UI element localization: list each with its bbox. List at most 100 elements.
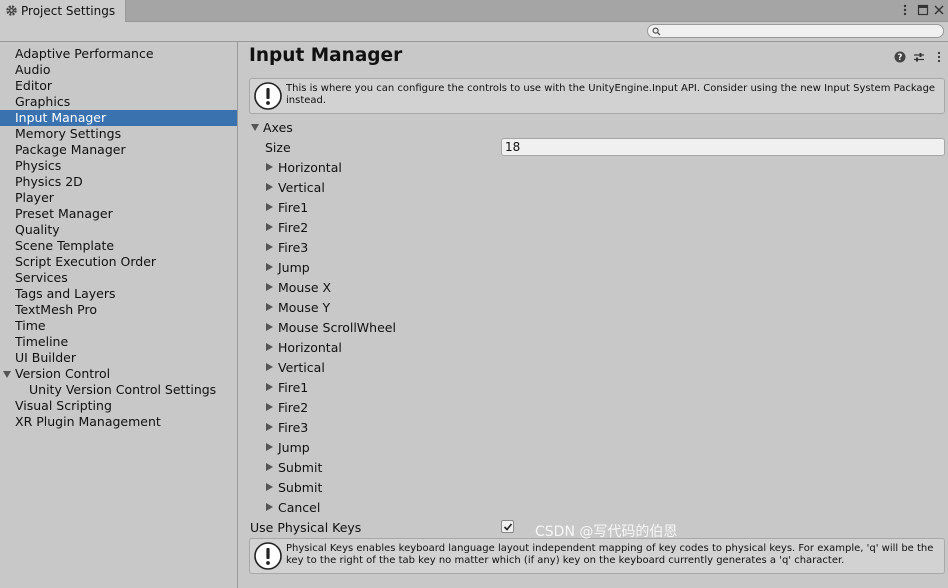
axis-foldout[interactable]: Jump [239,438,948,458]
sidebar-item[interactable]: XR Plugin Management [0,414,237,430]
axis-label: Fire3 [278,420,309,435]
axis-foldout[interactable]: Horizontal [239,158,948,178]
search-input[interactable] [662,25,937,37]
axis-label: Vertical [278,180,325,195]
collapsed-arrow-icon[interactable] [266,483,273,491]
collapsed-arrow-icon[interactable] [266,303,273,311]
svg-text:?: ? [898,53,903,63]
axis-foldout[interactable]: Fire3 [239,238,948,258]
sidebar-item[interactable]: Graphics [0,94,237,110]
sidebar-item[interactable]: Unity Version Control Settings [0,382,237,398]
axis-foldout[interactable]: Jump [239,258,948,278]
axis-foldout[interactable]: Mouse X [239,278,948,298]
collapsed-arrow-icon[interactable] [266,443,273,451]
axis-foldout[interactable]: Fire2 [239,218,948,238]
axis-label: Mouse Y [278,300,331,315]
sidebar-item[interactable]: Physics 2D [0,174,237,190]
axis-foldout[interactable]: Fire1 [239,198,948,218]
collapsed-arrow-icon[interactable] [266,203,273,211]
warning-icon [254,82,282,113]
collapsed-arrow-icon[interactable] [266,223,273,231]
axis-foldout[interactable]: Horizontal [239,338,948,358]
page-title: Input Manager [249,45,403,66]
collapsed-arrow-icon[interactable] [266,283,273,291]
sidebar-item[interactable]: Time [0,318,237,334]
sidebar-item-label: Graphics [15,94,71,109]
sidebar-item[interactable]: Tags and Layers [0,286,237,302]
collapsed-arrow-icon[interactable] [266,383,273,391]
collapsed-arrow-icon[interactable] [266,183,273,191]
collapsed-arrow-icon[interactable] [266,363,273,371]
kebab-menu-icon[interactable] [898,3,912,17]
sidebar-item[interactable]: Services [0,270,237,286]
sidebar-item[interactable]: Input Manager [0,110,237,126]
sidebar-item[interactable]: Quality [0,222,237,238]
search-icon [652,27,661,36]
maximize-icon[interactable] [916,3,930,17]
sidebar-item[interactable]: Scene Template [0,238,237,254]
axis-foldout[interactable]: Submit [239,458,948,478]
search-field[interactable] [647,24,944,38]
window-tab-bar: Project Settings [0,0,948,22]
axis-foldout[interactable]: Mouse Y [239,298,948,318]
panel-menu-icon[interactable] [933,51,945,63]
collapsed-arrow-icon[interactable] [266,323,273,331]
sidebar-item[interactable]: Preset Manager [0,206,237,222]
axis-foldout[interactable]: Fire1 [239,378,948,398]
axes-foldout-arrow[interactable] [251,124,259,131]
project-settings-tab[interactable]: Project Settings [0,0,126,22]
gear-icon [5,4,18,20]
collapsed-arrow-icon[interactable] [266,263,273,271]
axes-size-field[interactable] [501,138,945,156]
axis-foldout[interactable]: Submit [239,478,948,498]
axis-label: Jump [278,260,310,275]
help-icon[interactable]: ? [894,51,906,63]
sidebar-item[interactable]: Editor [0,78,237,94]
sidebar-item[interactable]: Physics [0,158,237,174]
collapsed-arrow-icon[interactable] [266,403,273,411]
collapsed-arrow-icon[interactable] [266,503,273,511]
sidebar-item-label: Physics 2D [15,174,83,189]
axis-label: Horizontal [278,340,342,355]
sidebar-item-label: Editor [15,78,52,93]
collapsed-arrow-icon[interactable] [266,343,273,351]
sidebar-item-label: Input Manager [15,110,107,125]
axis-label: Submit [278,460,323,475]
axis-foldout[interactable]: Cancel [239,498,948,518]
expand-arrow-icon[interactable] [3,371,11,378]
sidebar-item[interactable]: Adaptive Performance [0,46,237,62]
preset-sliders-icon[interactable] [913,51,925,63]
close-icon[interactable] [932,3,946,17]
warning-icon [254,542,282,573]
axis-foldout[interactable]: Fire3 [239,418,948,438]
sidebar-item[interactable]: Memory Settings [0,126,237,142]
use-physical-keys-checkbox[interactable] [501,520,514,533]
axis-foldout[interactable]: Vertical [239,178,948,198]
sidebar-item-label: Physics [15,158,62,173]
sidebar-item[interactable]: UI Builder [0,350,237,366]
sidebar-item-label: Audio [15,62,51,77]
sidebar-item[interactable]: Visual Scripting [0,398,237,414]
watermark: CSDN @写代码的伯恩 [535,524,678,540]
axis-foldout[interactable]: Mouse ScrollWheel [239,318,948,338]
sidebar-item[interactable]: Version Control [0,366,237,382]
collapsed-arrow-icon[interactable] [266,423,273,431]
collapsed-arrow-icon[interactable] [266,463,273,471]
axes-foldout-label[interactable]: Axes [263,120,293,136]
sidebar-item[interactable]: TextMesh Pro [0,302,237,318]
axis-foldout[interactable]: Fire2 [239,398,948,418]
sidebar-item[interactable]: Timeline [0,334,237,350]
sidebar-item-label: Scene Template [15,238,115,253]
sidebar-item[interactable]: Package Manager [0,142,237,158]
info-message: This is where you can configure the cont… [286,83,936,106]
search-toolbar [0,22,948,42]
sidebar-item[interactable]: Audio [0,62,237,78]
collapsed-arrow-icon[interactable] [266,163,273,171]
sidebar-item-label: Visual Scripting [15,398,112,413]
collapsed-arrow-icon[interactable] [266,243,273,251]
sidebar-item[interactable]: Player [0,190,237,206]
sidebar-item[interactable]: Script Execution Order [0,254,237,270]
sidebar-item-label: Services [15,270,68,285]
axis-foldout[interactable]: Vertical [239,358,948,378]
axis-label: Submit [278,480,323,495]
